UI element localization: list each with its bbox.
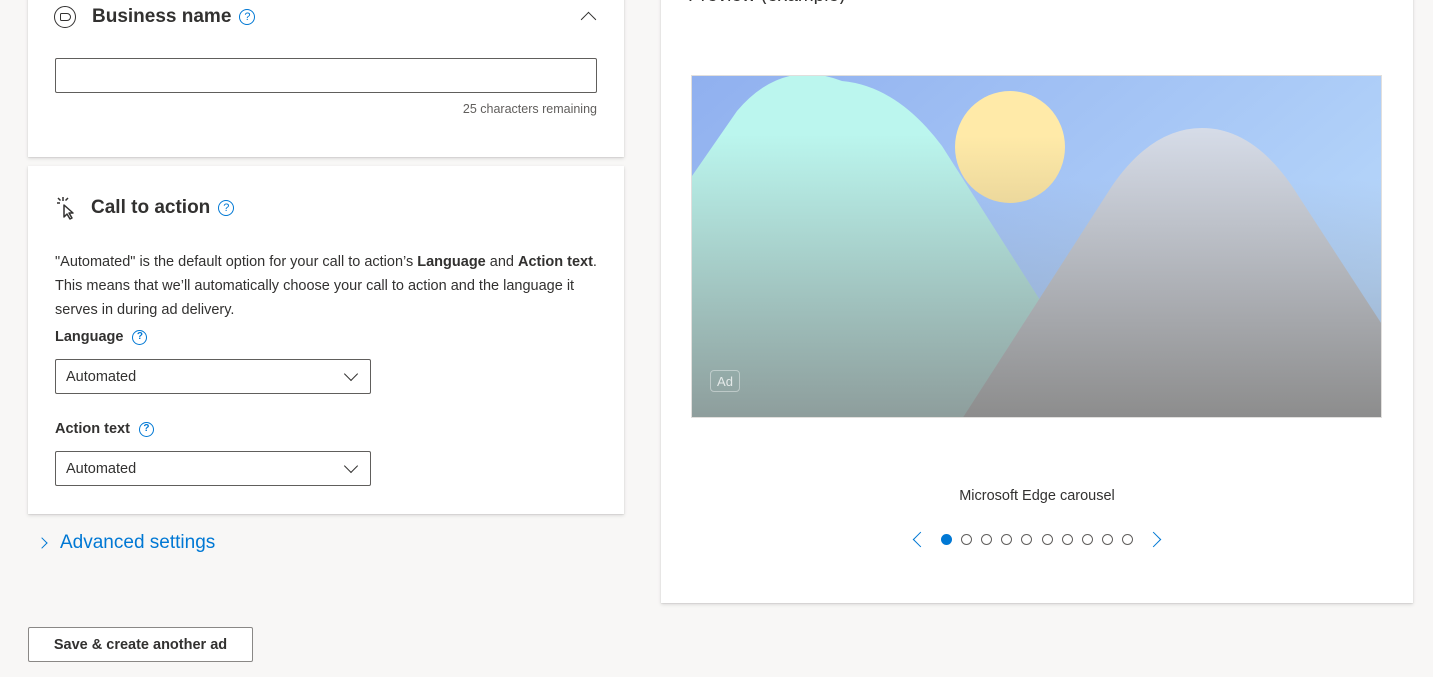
characters-remaining: 25 characters remaining	[462, 102, 597, 116]
carousel-dot[interactable]	[960, 534, 972, 545]
ad-image-placeholder: Ad	[691, 75, 1382, 418]
carousel-dot[interactable]	[1021, 534, 1033, 545]
action-text-dropdown[interactable]: Automated	[55, 451, 371, 486]
carousel-dot[interactable]	[981, 534, 993, 545]
carousel-dot[interactable]	[1061, 534, 1073, 545]
chevron-down-icon	[343, 458, 359, 473]
call-to-action-description: "Automated" is the default option for yo…	[55, 250, 605, 322]
sun	[955, 91, 1065, 203]
chevron-right-icon[interactable]	[1145, 531, 1162, 548]
preview-heading: Preview (example)	[688, 0, 845, 4]
carousel-dot[interactable]	[940, 534, 952, 545]
cursor-click-icon	[57, 197, 74, 220]
carousel-dot[interactable]	[1041, 534, 1053, 545]
action-text-selected-value: Automated	[66, 460, 137, 477]
collapse-chevron-up-icon[interactable]	[578, 6, 598, 27]
carousel-label: Microsoft Edge carousel	[959, 488, 1115, 504]
help-icon[interactable]: ?	[132, 329, 148, 345]
business-tag-icon	[54, 6, 76, 28]
business-name-header: Business name ?	[54, 6, 256, 28]
action-text-label: Action text ?	[55, 421, 154, 437]
call-to-action-header: Call to action ?	[55, 196, 235, 220]
language-label-text: Language	[55, 329, 124, 345]
chevron-down-icon	[343, 366, 359, 381]
help-icon[interactable]: ?	[218, 200, 235, 216]
advanced-settings-label: Advanced settings	[60, 532, 216, 553]
ad-badge: Ad	[710, 370, 740, 392]
call-to-action-card: Call to action ? "Automated" is the defa…	[28, 166, 624, 514]
chevron-left-icon[interactable]	[912, 531, 929, 548]
carousel-dot[interactable]	[1081, 534, 1093, 545]
language-selected-value: Automated	[66, 368, 137, 385]
description-text: and	[485, 254, 518, 270]
advanced-settings-toggle[interactable]: Advanced settings	[36, 532, 216, 554]
call-to-action-title: Call to action	[91, 197, 211, 218]
save-and-create-another-button[interactable]: Save & create another ad	[28, 627, 253, 662]
language-dropdown[interactable]: Automated	[55, 359, 371, 394]
business-name-input[interactable]	[55, 58, 597, 93]
description-bold-action-text: Action text	[518, 254, 593, 270]
chevron-right-icon	[36, 537, 48, 549]
landscape-placeholder-image	[692, 76, 1381, 417]
description-text: "Automated" is the default option for yo…	[55, 254, 418, 270]
help-icon[interactable]: ?	[138, 421, 154, 437]
carousel-dot[interactable]	[1001, 534, 1013, 545]
business-name-card: Business name ? 25 characters remaining	[28, 0, 624, 157]
business-name-title: Business name	[92, 6, 232, 27]
help-icon[interactable]: ?	[239, 9, 256, 25]
carousel-navigation	[661, 531, 1413, 548]
carousel-dot[interactable]	[1102, 534, 1114, 545]
carousel-dots	[936, 534, 1138, 545]
ad-preview-card: Preview (example)	[661, 0, 1413, 603]
action-text-label-text: Action text	[55, 421, 130, 437]
language-label: Language ?	[55, 329, 148, 345]
description-bold-language: Language	[417, 254, 486, 270]
carousel-dot[interactable]	[1122, 534, 1134, 545]
